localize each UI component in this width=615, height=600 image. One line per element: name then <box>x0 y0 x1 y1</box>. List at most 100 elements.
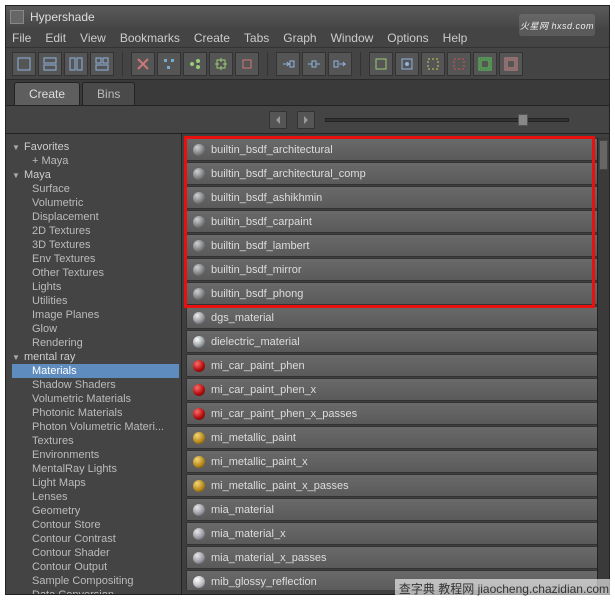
material-row[interactable]: mi_metallic_paint <box>186 426 605 449</box>
material-row[interactable]: builtin_bsdf_phong <box>186 282 605 305</box>
material-row[interactable]: mi_metallic_paint_x <box>186 450 605 473</box>
scrollbar-vertical[interactable] <box>597 138 609 590</box>
menu-edit[interactable]: Edit <box>45 31 66 45</box>
material-label: mi_car_paint_phen_x_passes <box>211 408 357 420</box>
tree-item[interactable]: Materials <box>12 364 179 378</box>
material-swatch-icon <box>193 216 205 228</box>
tool-container-1[interactable] <box>369 52 393 76</box>
material-row[interactable]: builtin_bsdf_architectural <box>186 138 605 161</box>
tree-item[interactable]: Environments <box>12 448 179 462</box>
menu-tabs[interactable]: Tabs <box>244 31 269 45</box>
tool-input-connections[interactable] <box>276 52 300 76</box>
menu-window[interactable]: Window <box>331 31 374 45</box>
zoom-slider[interactable] <box>325 118 570 122</box>
material-label: builtin_bsdf_mirror <box>211 264 301 276</box>
material-row[interactable]: mia_material <box>186 498 605 521</box>
tool-layout-2[interactable] <box>38 52 62 76</box>
tree-item[interactable]: Env Textures <box>12 252 179 266</box>
material-row[interactable]: builtin_bsdf_architectural_comp <box>186 162 605 185</box>
tool-layout-4[interactable] <box>90 52 114 76</box>
material-label: dielectric_material <box>211 336 300 348</box>
tree-item[interactable]: Lenses <box>12 490 179 504</box>
tree-item[interactable]: Rendering <box>12 336 179 350</box>
tree-item[interactable]: Photon Volumetric Materi... <box>12 420 179 434</box>
tool-remove-selected[interactable] <box>235 52 259 76</box>
material-row[interactable]: mia_material_x <box>186 522 605 545</box>
menu-help[interactable]: Help <box>443 31 468 45</box>
material-row[interactable]: mia_material_x_passes <box>186 546 605 569</box>
tree-heading-favorites[interactable]: ▼Favorites <box>12 140 179 154</box>
material-row[interactable]: dgs_material <box>186 306 605 329</box>
material-row[interactable]: mi_car_paint_phen_x <box>186 378 605 401</box>
tool-container-6[interactable] <box>499 52 523 76</box>
tree-item[interactable]: Geometry <box>12 504 179 518</box>
material-row[interactable]: mi_car_paint_phen <box>186 354 605 377</box>
tree-item[interactable]: Volumetric Materials <box>12 392 179 406</box>
tree-item[interactable]: Contour Contrast <box>12 532 179 546</box>
tree-item[interactable]: Utilities <box>12 294 179 308</box>
tool-add-selected[interactable] <box>209 52 233 76</box>
menu-create[interactable]: Create <box>194 31 230 45</box>
tree-heading-mentalray[interactable]: ▼mental ray <box>12 350 179 364</box>
zoom-slider-row <box>6 106 609 134</box>
tree-item[interactable]: Glow <box>12 322 179 336</box>
material-label: mi_metallic_paint_x_passes <box>211 480 349 492</box>
zoom-step-left[interactable] <box>269 111 287 129</box>
scrollbar-thumb[interactable] <box>599 140 608 170</box>
tab-create[interactable]: Create <box>14 82 80 105</box>
material-row[interactable]: mi_car_paint_phen_x_passes <box>186 402 605 425</box>
material-row[interactable]: builtin_bsdf_mirror <box>186 258 605 281</box>
tool-container-3[interactable] <box>421 52 445 76</box>
tree-item[interactable]: Contour Store <box>12 518 179 532</box>
tool-clear-graph[interactable] <box>131 52 155 76</box>
zoom-step-right[interactable] <box>297 111 315 129</box>
material-list-panel: builtin_bsdf_architecturalbuiltin_bsdf_a… <box>182 134 609 594</box>
material-row[interactable]: builtin_bsdf_carpaint <box>186 210 605 233</box>
tree-item[interactable]: Photonic Materials <box>12 406 179 420</box>
tree-item[interactable]: Surface <box>12 182 179 196</box>
tree-item[interactable]: 2D Textures <box>12 224 179 238</box>
zoom-slider-thumb[interactable] <box>518 114 528 126</box>
material-row[interactable]: builtin_bsdf_ashikhmin <box>186 186 605 209</box>
tree-item[interactable]: 3D Textures <box>12 238 179 252</box>
tree-item[interactable]: Contour Shader <box>12 546 179 560</box>
tool-graph-materials[interactable] <box>183 52 207 76</box>
tab-bins[interactable]: Bins <box>82 82 135 105</box>
tool-layout-3[interactable] <box>64 52 88 76</box>
tree-item[interactable]: Other Textures <box>12 266 179 280</box>
tool-container-4[interactable] <box>447 52 471 76</box>
material-swatch-icon <box>193 312 205 324</box>
tree-item[interactable]: Shadow Shaders <box>12 378 179 392</box>
material-row[interactable]: mi_metallic_paint_x_passes <box>186 474 605 497</box>
tool-container-5[interactable] <box>473 52 497 76</box>
menu-file[interactable]: File <box>12 31 31 45</box>
tree-item[interactable]: Data Conversion <box>12 588 179 594</box>
tree-item[interactable]: Textures <box>12 434 179 448</box>
tool-rearrange[interactable] <box>157 52 181 76</box>
tree-item[interactable]: Contour Output <box>12 560 179 574</box>
material-row[interactable]: builtin_bsdf_lambert <box>186 234 605 257</box>
material-label: mia_material_x_passes <box>211 552 327 564</box>
material-label: dgs_material <box>211 312 274 324</box>
material-label: mi_car_paint_phen <box>211 360 305 372</box>
tool-input-output[interactable] <box>302 52 326 76</box>
tool-layout-1[interactable] <box>12 52 36 76</box>
tree-item[interactable]: Displacement <box>12 210 179 224</box>
tree-item[interactable]: Lights <box>12 280 179 294</box>
menu-graph[interactable]: Graph <box>283 31 316 45</box>
tree-item[interactable]: Volumetric <box>12 196 179 210</box>
tool-container-2[interactable] <box>395 52 419 76</box>
tree-item[interactable]: MentalRay Lights <box>12 462 179 476</box>
hypershade-window: Hypershade File Edit View Bookmarks Crea… <box>5 5 610 595</box>
tree-item[interactable]: Sample Compositing <box>12 574 179 588</box>
material-row[interactable]: dielectric_material <box>186 330 605 353</box>
tree-item[interactable]: + Maya <box>12 154 179 168</box>
tool-output-connections[interactable] <box>328 52 352 76</box>
tree-item[interactable]: Image Planes <box>12 308 179 322</box>
menu-bookmarks[interactable]: Bookmarks <box>120 31 180 45</box>
menu-options[interactable]: Options <box>387 31 428 45</box>
tree-heading-maya[interactable]: ▼Maya <box>12 168 179 182</box>
material-swatch-icon <box>193 480 205 492</box>
menu-view[interactable]: View <box>80 31 106 45</box>
tree-item[interactable]: Light Maps <box>12 476 179 490</box>
